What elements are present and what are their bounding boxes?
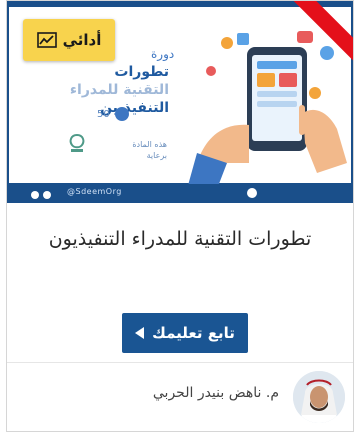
instructor-avatar[interactable]: [293, 371, 345, 423]
banner-sponsor-text: هذه المادة برعاية: [132, 140, 167, 160]
info-icon: [247, 188, 257, 198]
twitter-icon: [43, 191, 51, 199]
card-divider: [7, 362, 353, 363]
banner-course-label: دورة: [151, 47, 175, 61]
continue-learning-label: تابع تعليمك: [152, 324, 235, 342]
my-performance-button[interactable]: أدائي: [23, 19, 115, 61]
clock-icon: [115, 107, 129, 121]
banner-title-line1: تطورات: [114, 64, 169, 80]
banner-social-handle: @SdeemOrg: [67, 187, 122, 196]
banner-footer-bar: [7, 184, 353, 203]
my-performance-label: أدائي: [62, 31, 102, 49]
banner-hours: 50: [97, 109, 110, 120]
instructor-name[interactable]: م. ناهض بنيدر الحربي: [119, 385, 279, 401]
phone-illustration: [187, 31, 347, 189]
continue-learning-button[interactable]: تابع تعليمك: [122, 313, 248, 353]
chart-line-icon: [36, 32, 57, 48]
course-card[interactable]: دورة تطورات التقنية للمدراء التنفيذيين 5…: [6, 0, 354, 432]
sponsor-logo: [69, 133, 85, 152]
course-title[interactable]: تطورات التقنية للمدراء التنفيذيون: [7, 226, 353, 252]
play-icon: [135, 327, 145, 339]
banner-title-line2: التقنية للمدراء: [69, 82, 169, 98]
social-icon: [31, 191, 39, 199]
